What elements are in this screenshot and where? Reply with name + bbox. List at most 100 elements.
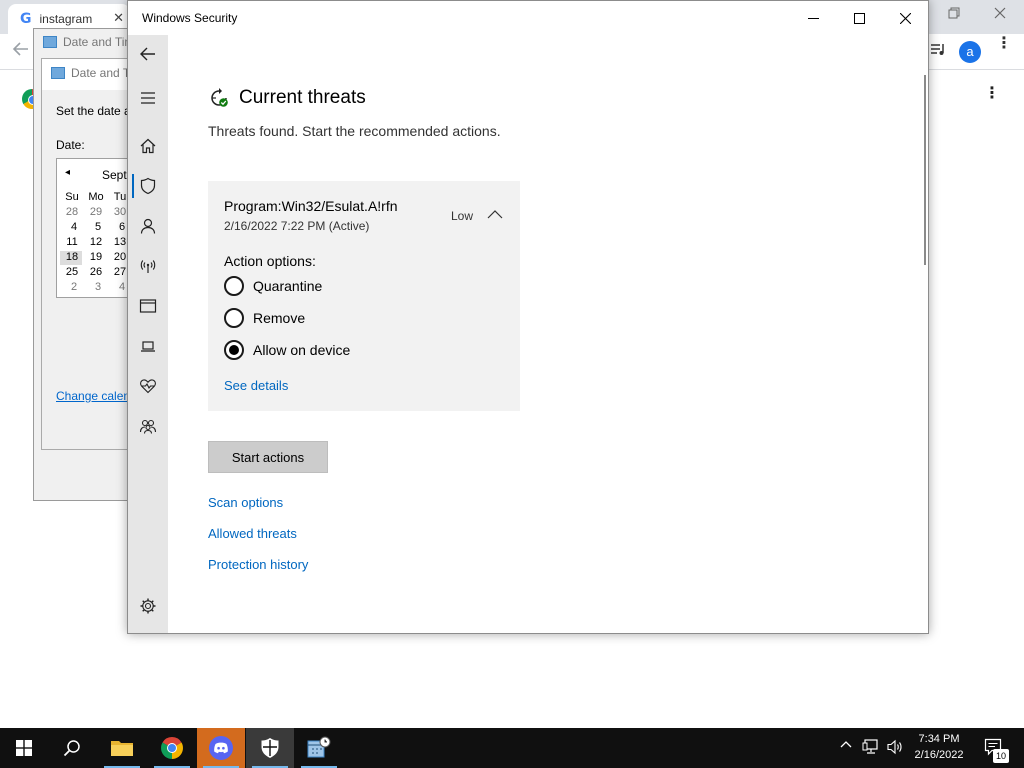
scrollbar[interactable] [924,75,926,265]
search-icon [63,740,80,757]
set-date-text: Set the date a [56,104,131,118]
app-browser-icon [139,299,157,313]
threat-card: Program:Win32/Esulat.A!rfn 2/16/2022 7:2… [208,181,520,411]
start-actions-button[interactable]: Start actions [208,441,328,473]
discord-icon [209,736,233,760]
hamburger-menu-icon [141,92,155,104]
nav-device-security[interactable] [128,328,168,364]
nav-firewall-network[interactable] [128,248,168,284]
profile-avatar[interactable]: a [959,41,981,63]
page-title: Current threats [239,87,366,108]
main-content: Current threats Threats found. Start the… [168,35,928,633]
shield-icon [140,177,156,195]
maximize-button[interactable] [836,1,882,35]
action-options-label: Action options: [224,253,316,269]
maximize-icon [853,12,865,24]
radio-label: Remove [253,310,306,326]
media-control-icon[interactable] [930,42,946,60]
back-button[interactable] [128,36,168,72]
system-clock[interactable]: 7:34 PM 2/16/2022 [906,731,972,763]
settings-gear-icon [140,598,156,614]
browser-restore-icon[interactable] [948,6,960,22]
protection-history-link[interactable]: Protection history [208,557,308,572]
taskbar: 7:34 PM 2/16/2022 [0,728,1024,768]
virus-scan-icon [211,88,228,107]
see-details-link[interactable]: See details [224,378,288,393]
navigation-pane [128,35,168,633]
calendar[interactable]: ◂ Septe Su Mo Tu 28 29 30 4 5 6 11 12 13… [56,158,136,298]
browser-close-icon[interactable] [994,6,1006,22]
chrome-icon [161,737,183,759]
clock-date: 2/16/2022 [914,749,964,761]
browser-menu-icon[interactable]: ⋮ [996,36,1012,52]
radio-remove[interactable]: Remove [224,307,305,329]
window-title: Windows Security [142,11,238,25]
minimize-icon [807,17,819,19]
nav-account-protection[interactable] [128,208,168,244]
browser-back-icon[interactable] [12,40,30,63]
taskbar-date-time-control-panel[interactable] [295,728,343,768]
back-arrow-icon [140,47,155,61]
chevron-up-icon[interactable] [487,207,503,223]
taskbar-file-explorer[interactable] [98,728,146,768]
radio-quarantine[interactable]: Quarantine [224,275,322,297]
taskbar-discord[interactable] [197,728,245,768]
title-bar: Windows Security [128,1,928,35]
page-menu-icon[interactable]: ⋮ [984,86,1000,102]
nav-app-browser-control[interactable] [128,288,168,324]
family-icon [139,419,157,434]
change-calendar-settings-link[interactable]: Change calen [56,389,130,403]
radio-button-selected[interactable] [224,340,244,360]
network-icon[interactable] [862,739,880,758]
taskbar-windows-security[interactable] [246,728,294,768]
scan-options-link[interactable]: Scan options [208,495,283,510]
minimize-button[interactable] [790,1,836,35]
threat-name: Program:Win32/Esulat.A!rfn [224,198,398,214]
radio-button[interactable] [224,276,244,296]
home-icon [140,138,156,154]
calendar-prev-icon[interactable]: ◂ [65,167,70,178]
page-subtitle: Threats found. Start the recommended act… [208,123,501,139]
menu-button[interactable] [128,80,168,116]
close-icon [899,12,911,24]
nav-settings[interactable] [128,588,168,624]
allowed-threats-link[interactable]: Allowed threats [208,526,297,541]
laptop-icon [141,341,155,352]
date-time-title-outer: Date and Tim [63,35,135,49]
volume-icon[interactable] [886,739,904,758]
clock-time: 7:34 PM [918,733,960,745]
heart-pulse-icon [140,379,156,394]
nav-virus-threat-protection[interactable] [128,168,168,204]
page-heading: Current threats [208,87,366,109]
file-explorer-icon [111,741,133,756]
account-icon [140,218,156,234]
close-button[interactable] [882,1,928,35]
date-label: Date: [56,138,85,152]
threat-severity: Low [451,209,474,223]
tray-overflow-chevron-up-icon[interactable] [840,739,852,754]
search-button[interactable] [48,728,96,768]
browser-tab-title: instagram [39,12,93,26]
nav-active-indicator [132,174,134,198]
close-tab-icon[interactable]: ✕ [113,10,124,26]
notification-count-badge: 10 [993,749,1009,763]
date-time-icon [43,36,57,48]
nav-family-options[interactable] [128,408,168,444]
taskbar-chrome[interactable] [148,728,196,768]
date-time-title-inner: Date and T [71,66,131,80]
windows-start-icon [16,740,32,756]
radio-label: Quarantine [253,278,323,294]
radio-label: Allow on device [253,342,351,358]
wireless-icon [140,260,156,273]
date-time-control-panel-icon [307,736,331,758]
radio-button[interactable] [224,308,244,328]
start-button[interactable] [0,728,48,768]
threat-date: 2/16/2022 7:22 PM (Active) [224,219,370,233]
google-icon: G [20,11,32,27]
windows-security-window: Windows Security Current threats Threats… [127,0,929,634]
windows-security-icon [261,738,279,758]
nav-home[interactable] [128,128,168,164]
nav-device-performance-health[interactable] [128,368,168,404]
radio-allow-on-device[interactable]: Allow on device [224,339,350,361]
date-time-icon [51,67,65,79]
